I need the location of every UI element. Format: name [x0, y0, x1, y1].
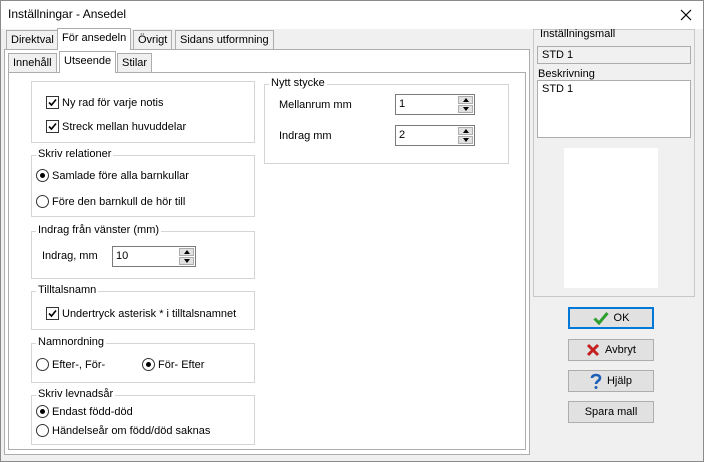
spin-up-button[interactable] — [179, 248, 194, 256]
window-title: Inställningar - Ansedel — [8, 7, 127, 21]
spacing-label: Mellanrum mm — [279, 99, 352, 111]
name-order-group: Namnordning Efter-, För- För- Efter — [31, 336, 255, 383]
checkmark-icon — [592, 312, 609, 325]
description-label: Beskrivning — [538, 68, 595, 80]
relations-before-litter-radio[interactable] — [36, 195, 49, 208]
lifespan-born-died-label: Endast född-död — [52, 405, 133, 418]
indent-left-title: Indrag från vänster (mm) — [36, 224, 162, 236]
cancel-button[interactable]: Avbryt — [568, 339, 654, 361]
lifespan-option-born-died[interactable]: Endast född-död — [36, 405, 133, 418]
spacing-spinner[interactable]: 1 — [395, 94, 475, 115]
ok-label: OK — [613, 312, 630, 324]
ok-button[interactable]: OK — [568, 307, 654, 329]
subtab-innehall[interactable]: Innehåll — [8, 53, 57, 73]
relations-before-litter-label: Före den barnkull de hör till — [52, 195, 186, 208]
indent-left-group: Indrag från vänster (mm) Indrag, mm 10 — [31, 224, 255, 279]
question-icon — [590, 373, 602, 389]
save-template-button[interactable]: Spara mall — [568, 401, 654, 423]
checkmark-icon — [48, 98, 57, 107]
suppress-asterisk-label: Undertryck asterisk * i tilltalsnamnet — [62, 307, 237, 320]
spacing-value: 1 — [399, 98, 406, 110]
lifespan-group: Skriv levnadsår Endast född-död Händelse… — [31, 388, 255, 445]
name-order-first-last-label: För- Efter — [158, 358, 205, 371]
tab-direktval[interactable]: Direktval — [6, 30, 59, 50]
paragraph-indent-label: Indrag mm — [279, 130, 332, 142]
subtab-page-utseende: Ny rad för varje notis Streck mellan huv… — [8, 72, 526, 450]
arrow-down-icon — [462, 138, 469, 142]
lifespan-event-year-label: Händelseår om född/död saknas — [52, 424, 211, 437]
name-order-title: Namnordning — [36, 336, 107, 348]
spin-down-button[interactable] — [179, 257, 194, 265]
relations-collected-label: Samlade före alla barnkullar — [52, 169, 189, 182]
description-field[interactable]: STD 1 — [537, 80, 691, 138]
arrow-down-icon — [462, 107, 469, 111]
arrow-up-icon — [183, 250, 190, 254]
paragraph-indent-spinner[interactable]: 2 — [395, 125, 475, 146]
name-order-first-last-radio[interactable] — [142, 358, 155, 371]
tab-sidans-utformning[interactable]: Sidans utformning — [175, 30, 274, 50]
paragraph-indent-value: 2 — [399, 129, 406, 141]
indent-left-value: 10 — [116, 250, 129, 262]
suppress-asterisk-checkbox[interactable] — [46, 307, 59, 320]
template-name-field[interactable]: STD 1 — [537, 46, 691, 64]
subtab-stilar[interactable]: Stilar — [117, 53, 153, 73]
relations-title: Skriv relationer — [36, 148, 114, 160]
arrow-down-icon — [183, 259, 190, 263]
general-group: Ny rad för varje notis Streck mellan huv… — [31, 81, 255, 143]
spin-up-button[interactable] — [458, 127, 473, 135]
name-order-last-first-label: Efter-, För- — [52, 358, 106, 371]
line-between-checkbox-row[interactable]: Streck mellan huvuddelar — [46, 120, 186, 133]
spin-down-button[interactable] — [458, 105, 473, 113]
spin-down-button[interactable] — [458, 136, 473, 144]
new-line-checkbox-row[interactable]: Ny rad för varje notis — [46, 96, 163, 109]
settings-dialog: Inställningar - Ansedel Direktval För an… — [0, 0, 704, 462]
close-icon — [680, 9, 692, 21]
tab-page-for-ansedeln: Innehåll Utseende Stilar Ny rad för varj… — [4, 49, 530, 455]
cancel-label: Avbryt — [605, 344, 636, 356]
relations-collected-radio[interactable] — [36, 169, 49, 182]
arrow-up-icon — [462, 98, 469, 102]
suppress-asterisk-row[interactable]: Undertryck asterisk * i tilltalsnamnet — [46, 307, 236, 320]
new-paragraph-group: Nytt stycke Mellanrum mm 1 Indrag mm 2 — [264, 77, 509, 164]
lifespan-title: Skriv levnadsår — [36, 388, 116, 400]
line-between-label: Streck mellan huvuddelar — [62, 120, 187, 133]
template-preview — [564, 148, 658, 288]
line-between-checkbox[interactable] — [46, 120, 59, 133]
subtab-utseende[interactable]: Utseende — [59, 51, 117, 73]
checkmark-icon — [48, 122, 57, 131]
name-order-last-first-radio[interactable] — [36, 358, 49, 371]
relations-option-collected[interactable]: Samlade före alla barnkullar — [36, 169, 189, 182]
arrow-up-icon — [462, 129, 469, 133]
title-bar: Inställningar - Ansedel — [1, 1, 703, 29]
nickname-group: Tilltalsnamn Undertryck asterisk * i til… — [31, 284, 255, 330]
lifespan-born-died-radio[interactable] — [36, 405, 49, 418]
indent-left-spinner[interactable]: 10 — [112, 246, 196, 267]
help-label: Hjälp — [606, 375, 633, 387]
help-button[interactable]: Hjälp — [568, 370, 654, 392]
checkmark-icon — [48, 309, 57, 318]
name-order-option-first-last[interactable]: För- Efter — [142, 358, 204, 371]
lifespan-option-event-year[interactable]: Händelseår om född/död saknas — [36, 424, 210, 437]
tab-ovrigt[interactable]: Övrigt — [133, 30, 173, 50]
name-order-option-last-first[interactable]: Efter-, För- — [36, 358, 105, 371]
template-label: Inställningsmall — [540, 28, 616, 40]
tab-for-ansedeln[interactable]: För ansedeln — [57, 28, 132, 50]
new-paragraph-title: Nytt stycke — [269, 77, 327, 89]
new-line-checkbox[interactable] — [46, 96, 59, 109]
nickname-title: Tilltalsnamn — [36, 284, 99, 296]
new-line-label: Ny rad för varje notis — [62, 96, 164, 109]
indent-left-label: Indrag, mm — [42, 250, 98, 262]
close-button[interactable] — [669, 1, 703, 29]
spin-up-button[interactable] — [458, 96, 473, 104]
cross-icon — [586, 343, 600, 357]
relations-option-before-litter[interactable]: Före den barnkull de hör till — [36, 195, 185, 208]
save-template-label: Spara mall — [584, 406, 638, 418]
relations-group: Skriv relationer Samlade före alla barnk… — [31, 148, 255, 217]
lifespan-event-year-radio[interactable] — [36, 424, 49, 437]
